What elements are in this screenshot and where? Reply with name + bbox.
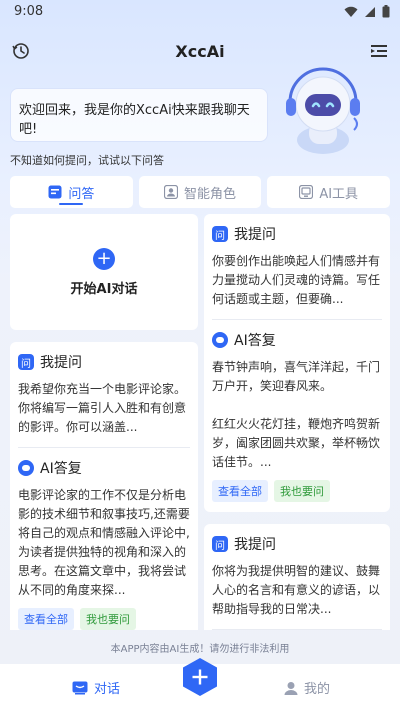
nav-chat[interactable]: 对话 [72,678,120,697]
divider [212,319,382,320]
menu-button[interactable] [368,40,390,62]
tab-qa-label: 问答 [68,186,95,202]
welcome-message: 欢迎回来，我是你的XccAi快来跟我聊天吧! [10,88,268,142]
answer-header: AI答复 [18,458,190,478]
role-icon [164,185,178,199]
question-text: 我希望你充当一个电影评论家。你将编写一篇引人入胜和有创意的影评。你可以涵盖... [18,382,187,434]
question-label: 我提问 [234,537,276,553]
qa-card[interactable]: 问 我提问 我希望你充当一个电影评论家。你将编写一篇引人入胜和有创意的影评。你可… [10,342,198,630]
view-all-button[interactable]: 查看全部 [212,480,268,502]
wifi-icon [344,6,358,17]
tab-roles[interactable]: 智能角色 [138,176,262,208]
nav-chat-label: 对话 [94,682,121,697]
page-title: XccAi [175,42,225,61]
nav-me[interactable]: 我的 [284,678,330,697]
right-column: 问 我提问 你要创作出能唤起人们情感并有力量搅动人们灵魂的诗篇。写任何话题或主题… [204,214,390,630]
status-bar: 9:08 [0,0,400,24]
divider [212,629,382,630]
ask-too-button[interactable]: 我也要问 [80,608,136,630]
tab-qa[interactable]: 问答 [10,176,133,208]
question-label: 我提问 [234,227,276,243]
answer-text: 电影评论家的工作不仅是分析电影的技术细节和叙事技巧,还需要将自己的观点和情感融入… [18,488,190,597]
answer-label: AI答复 [40,461,82,477]
signal-icon [365,6,375,17]
answer-text: 春节钟声响，喜气洋洋起，千门万户开，笑迎春风来。 红红火火花灯挂，鞭炮齐鸣贺新岁… [212,360,381,469]
card-actions: 查看全部 我也要问 [212,480,382,502]
ask-too-button[interactable]: 我也要问 [274,480,330,502]
left-column: + 开始AI对话 问 我提问 我希望你充当一个电影评论家。你将编写一篇引人入胜和… [10,214,198,630]
menu-list-icon [371,45,387,57]
hint-text: 不知道如何提问，试试以下问答 [10,154,164,167]
app-header: XccAi [0,34,400,68]
tool-icon [299,185,314,199]
user-icon [284,681,298,695]
question-text: 你要创作出能唤起人们情感并有力量搅动人们灵魂的诗篇。写任何话题或主题，但要确..… [212,254,381,306]
status-time: 9:08 [14,4,44,19]
robot-mascot-icon [286,67,360,154]
chat-nav-icon [72,681,88,694]
tab-tools-label: AI工具 [319,186,359,202]
ai-avatar-icon [18,460,34,476]
qa-card[interactable]: 问 我提问 你要创作出能唤起人们情感并有力量搅动人们灵魂的诗篇。写任何话题或主题… [204,214,390,512]
card-actions: 查看全部 我也要问 [18,608,190,630]
tab-roles-label: 智能角色 [184,186,237,202]
plus-icon: + [93,247,115,270]
divider [18,447,190,448]
question-header: 问 我提问 [212,224,382,244]
qa-card[interactable]: 问 我提问 你将为我提供明智的建议、鼓舞人心的名言和有意义的谚语，以帮助指导我的… [204,524,390,630]
tab-tools[interactable]: AI工具 [267,176,391,208]
nav-me-label: 我的 [304,682,331,697]
start-chat-card[interactable]: + 开始AI对话 [10,214,198,330]
question-header: 问 我提问 [18,352,190,372]
tab-bar: 问答 智能角色 AI工具 [10,176,391,208]
question-icon: 问 [212,226,228,242]
question-header: 问 我提问 [212,534,382,554]
start-chat-label: 开始AI对话 [70,281,138,297]
question-label: 我提问 [40,355,82,371]
disclaimer-text: 本APP内容由AI生成！请勿进行非法利用 [110,644,290,655]
plus-icon [198,669,202,685]
answer-header: AI答复 [212,330,382,350]
ai-avatar-icon [212,332,228,348]
question-icon: 问 [18,354,34,370]
battery-icon [382,5,390,18]
answer-label: AI答复 [234,333,276,349]
new-chat-fab[interactable] [181,657,219,697]
question-text: 你将为我提供明智的建议、鼓舞人心的名言和有意义的谚语，以帮助指导我的日常决... [212,564,381,616]
view-all-button[interactable]: 查看全部 [18,608,74,630]
question-icon: 问 [212,536,228,552]
welcome-text: 欢迎回来，我是你的XccAi快来跟我聊天吧! [19,103,250,137]
system-icons [344,5,390,18]
chat-icon [48,185,62,199]
